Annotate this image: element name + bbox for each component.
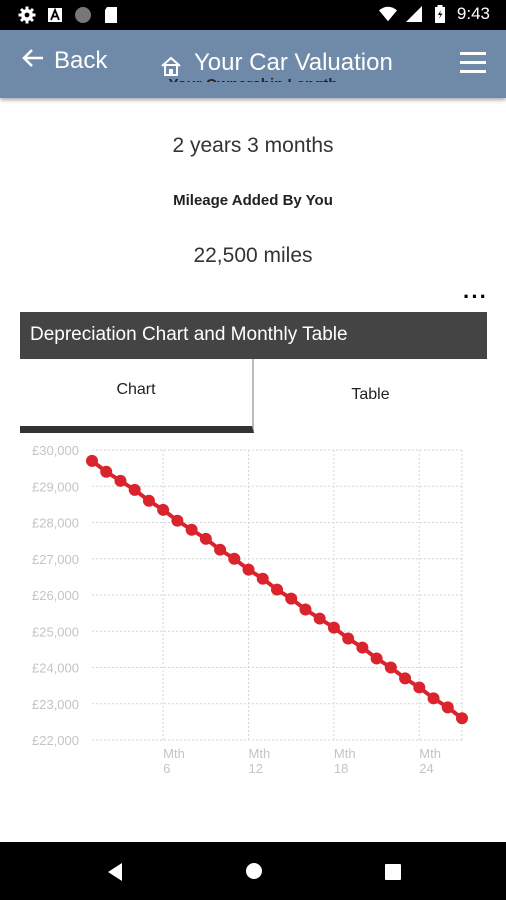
- data-point: [427, 692, 440, 705]
- more-options-icon[interactable]: ···: [463, 286, 488, 308]
- mileage-value: 22,500 miles: [193, 244, 313, 267]
- x-tick-label: Mth: [249, 746, 271, 761]
- sd-card-icon: [102, 6, 120, 24]
- x-tick-label: Mth: [419, 746, 441, 761]
- depreciation-chart: £30,000 £29,000 £28,000 £27,000 £26,000 £25,0…: [32, 443, 468, 776]
- clock: 9:43: [456, 4, 490, 23]
- status-bar: 9:43: [0, 0, 506, 30]
- x-tick-label: 6: [163, 761, 170, 776]
- x-tick-label: 12: [249, 761, 263, 776]
- data-point: [256, 572, 269, 585]
- data-point: [271, 583, 283, 596]
- y-tick-label: £26,000: [32, 588, 79, 603]
- app-bar: Back Your Car Valuation: [0, 30, 506, 98]
- y-tick-label: £29,000: [32, 479, 79, 494]
- data-point: [327, 621, 340, 634]
- data-point: [185, 523, 198, 536]
- data-point: [441, 701, 454, 714]
- tab-bar: Chart Table: [20, 359, 487, 434]
- wifi-icon: [378, 5, 397, 23]
- system-nav-bar: [0, 842, 506, 900]
- data-point: [142, 494, 155, 507]
- data-point: [128, 483, 141, 496]
- ownership-value: 2 years 3 months: [172, 134, 334, 157]
- data-point: [456, 712, 468, 725]
- data-point: [384, 661, 397, 674]
- nav-recent-apps-icon[interactable]: [385, 864, 401, 885]
- mileage-label: Mileage Added By You: [173, 192, 333, 209]
- y-tick-label: £28,000: [32, 516, 79, 531]
- x-tick-label: Mth: [334, 746, 356, 761]
- data-point: [114, 474, 127, 487]
- data-point: [399, 672, 412, 685]
- y-tick-label: £25,000: [32, 624, 79, 639]
- data-point: [413, 681, 426, 694]
- data-point: [299, 603, 312, 616]
- font-app-icon: [46, 6, 64, 24]
- x-tick-label: 24: [419, 761, 433, 776]
- data-point: [313, 612, 326, 625]
- data-point: [228, 552, 241, 565]
- tab-chart[interactable]: Chart: [20, 359, 254, 433]
- x-tick-label: 18: [334, 761, 348, 776]
- section-header: Depreciation Chart and Monthly Table: [20, 312, 487, 359]
- y-tick-label: £24,000: [32, 661, 79, 676]
- tab-table-label: Table: [351, 386, 390, 403]
- nav-back-icon[interactable]: [106, 862, 124, 887]
- ownership-label: Your Ownership Length: [0, 68, 506, 82]
- settings-gear-icon: [18, 6, 36, 24]
- data-point: [86, 454, 98, 467]
- tab-table[interactable]: Table: [254, 359, 487, 426]
- nav-home-icon[interactable]: [245, 862, 263, 885]
- battery-icon: [431, 5, 449, 23]
- data-point: [242, 563, 255, 576]
- y-tick-label: £27,000: [32, 552, 79, 567]
- data-point: [199, 532, 212, 545]
- tab-chart-label: Chart: [116, 381, 156, 398]
- y-tick-label: £22,000: [32, 733, 79, 748]
- data-point: [356, 641, 369, 654]
- data-point: [342, 632, 355, 645]
- data-point: [214, 543, 227, 556]
- data-point: [157, 503, 170, 516]
- y-tick-label: £30,000: [32, 443, 79, 458]
- data-point: [285, 592, 298, 605]
- data-point: [171, 514, 184, 527]
- data-point: [100, 465, 113, 478]
- data-point: [370, 652, 383, 665]
- y-tick-label: £23,000: [32, 697, 79, 712]
- signal-icon: [405, 5, 423, 23]
- circle-app-icon: [74, 6, 92, 24]
- x-tick-label: Mth: [163, 746, 185, 761]
